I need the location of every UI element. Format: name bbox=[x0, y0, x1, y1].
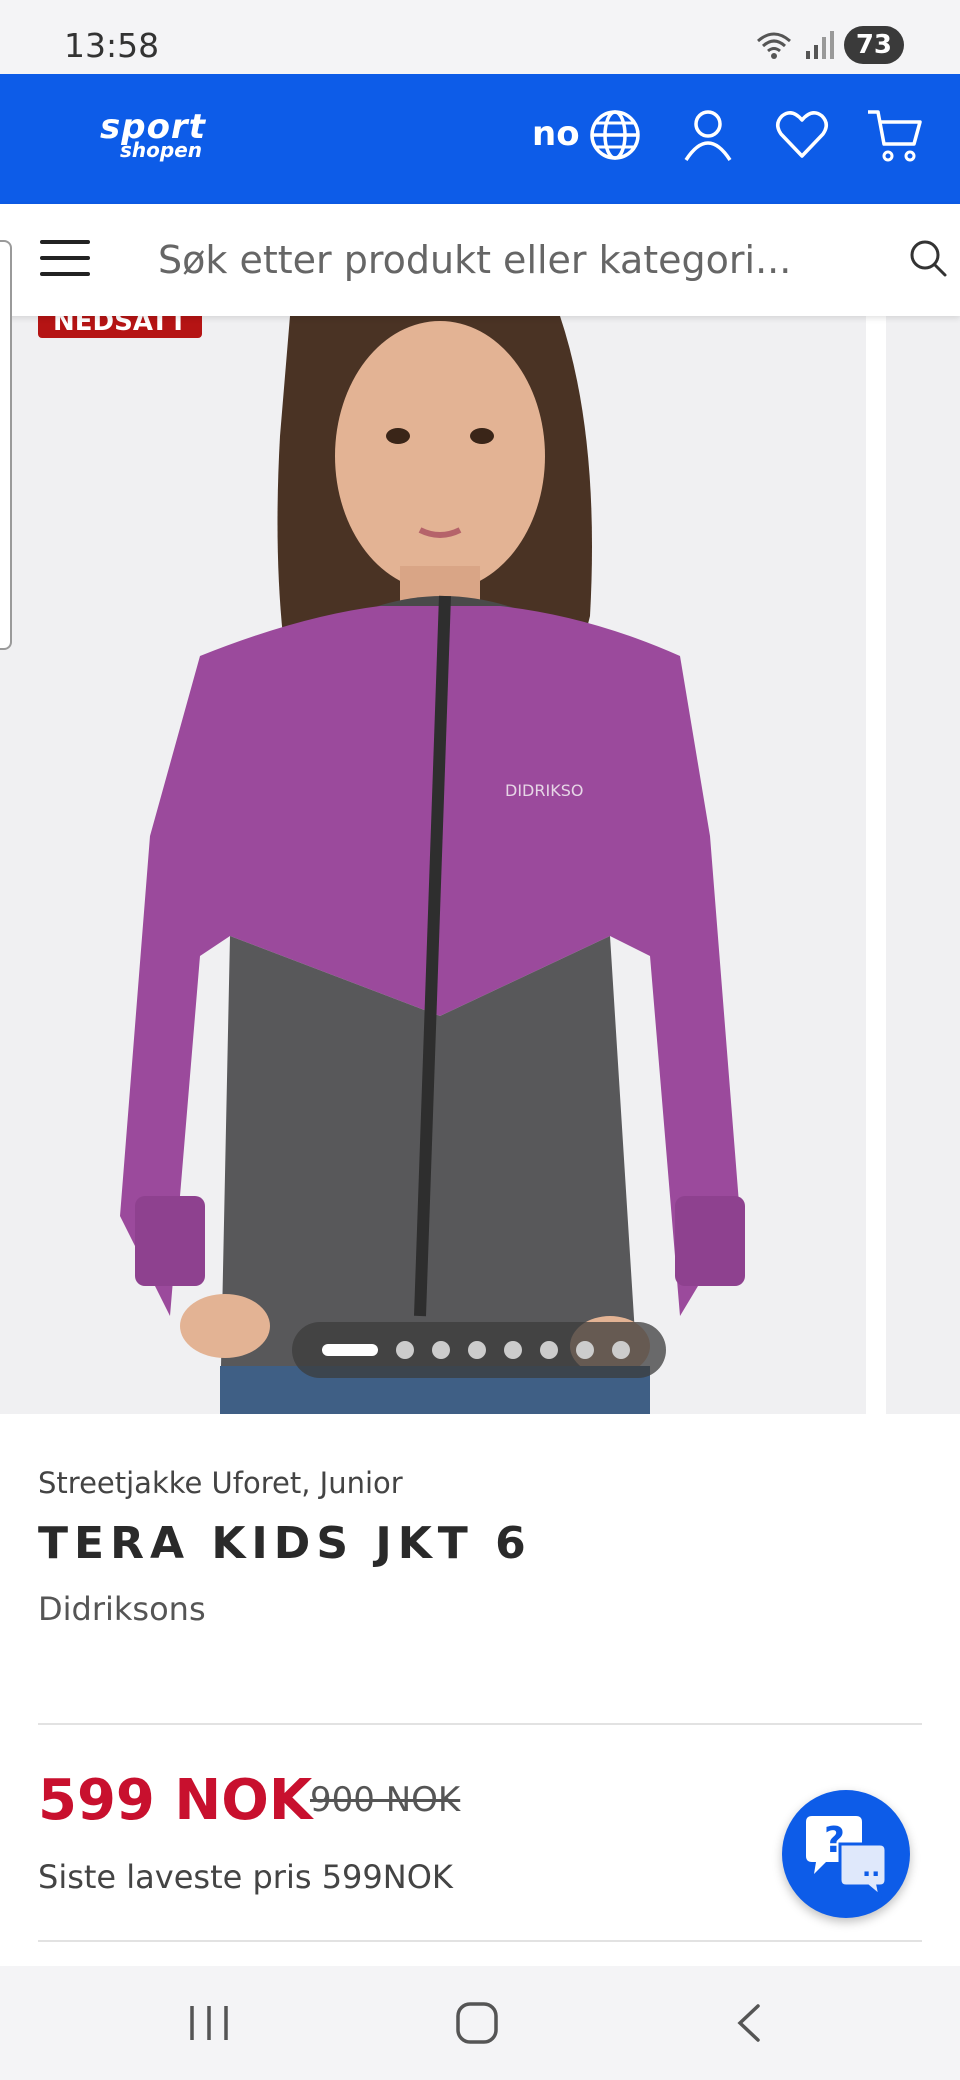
menu-line-icon bbox=[40, 272, 90, 276]
lowest-price-note: Siste laveste pris 599NOK bbox=[38, 1858, 453, 1896]
carousel-dot[interactable] bbox=[504, 1341, 522, 1359]
language-selector[interactable]: no bbox=[532, 114, 580, 154]
side-drawer-tab[interactable] bbox=[0, 240, 12, 650]
jacket-logo-print: DIDRIKSO bbox=[505, 781, 583, 800]
menu-line-icon bbox=[40, 256, 90, 260]
divider bbox=[38, 1723, 922, 1725]
signal-icon bbox=[804, 29, 834, 61]
carousel-dot[interactable] bbox=[576, 1341, 594, 1359]
site-logo[interactable]: sport shopen bbox=[100, 110, 206, 162]
hamburger-menu-button[interactable] bbox=[40, 240, 90, 280]
wifi-icon bbox=[754, 29, 794, 61]
account-icon[interactable] bbox=[682, 108, 734, 166]
carousel-dot[interactable] bbox=[540, 1341, 558, 1359]
sale-badge: NEDSATT bbox=[38, 316, 202, 338]
status-bar: 13:58 73 bbox=[0, 0, 960, 74]
recent-apps-icon[interactable] bbox=[186, 2002, 232, 2048]
current-price: 599 NOK bbox=[38, 1768, 313, 1833]
product-title: TERA KIDS JKT 6 bbox=[38, 1518, 532, 1569]
carousel-dot-active[interactable] bbox=[322, 1344, 378, 1356]
carousel-dot[interactable] bbox=[396, 1341, 414, 1359]
product-image[interactable]: DIDRIKSO NEDSATT bbox=[0, 316, 866, 1414]
original-price: 900 NOK bbox=[310, 1780, 461, 1820]
chat-ellipsis: .. bbox=[862, 1854, 880, 1882]
search-input[interactable] bbox=[140, 228, 880, 292]
cart-icon[interactable] bbox=[866, 108, 924, 168]
globe-icon[interactable] bbox=[588, 108, 642, 166]
carousel-pagination[interactable] bbox=[292, 1322, 666, 1378]
carousel-dot[interactable] bbox=[468, 1341, 486, 1359]
divider bbox=[38, 1940, 922, 1942]
jacket-illustration: DIDRIKSO bbox=[120, 316, 745, 1414]
home-icon[interactable] bbox=[454, 2002, 500, 2048]
menu-line-icon bbox=[40, 240, 90, 244]
battery-indicator: 73 bbox=[843, 26, 904, 64]
back-icon[interactable] bbox=[728, 2002, 768, 2048]
status-time: 13:58 bbox=[64, 26, 160, 65]
site-header: sport shopen no bbox=[0, 74, 960, 204]
product-gallery[interactable]: DIDRIKSO NEDSATT bbox=[0, 316, 960, 1414]
logo-text-bottom: shopen bbox=[120, 138, 203, 162]
status-icons: 73 bbox=[754, 26, 904, 64]
chat-bubble-icon: ? .. bbox=[806, 1816, 888, 1900]
search-bar bbox=[0, 204, 960, 316]
product-category: Streetjakke Uforet, Junior bbox=[38, 1466, 403, 1500]
chat-question-mark: ? bbox=[824, 1820, 845, 1861]
product-brand[interactable]: Didriksons bbox=[38, 1590, 206, 1628]
heart-icon[interactable] bbox=[774, 108, 830, 166]
chat-support-button[interactable]: ? .. bbox=[782, 1790, 910, 1918]
system-navigation-bar bbox=[0, 1966, 960, 2080]
next-product-image[interactable] bbox=[886, 316, 960, 1414]
search-icon[interactable] bbox=[908, 238, 948, 282]
carousel-dot[interactable] bbox=[612, 1341, 630, 1359]
carousel-dot[interactable] bbox=[432, 1341, 450, 1359]
